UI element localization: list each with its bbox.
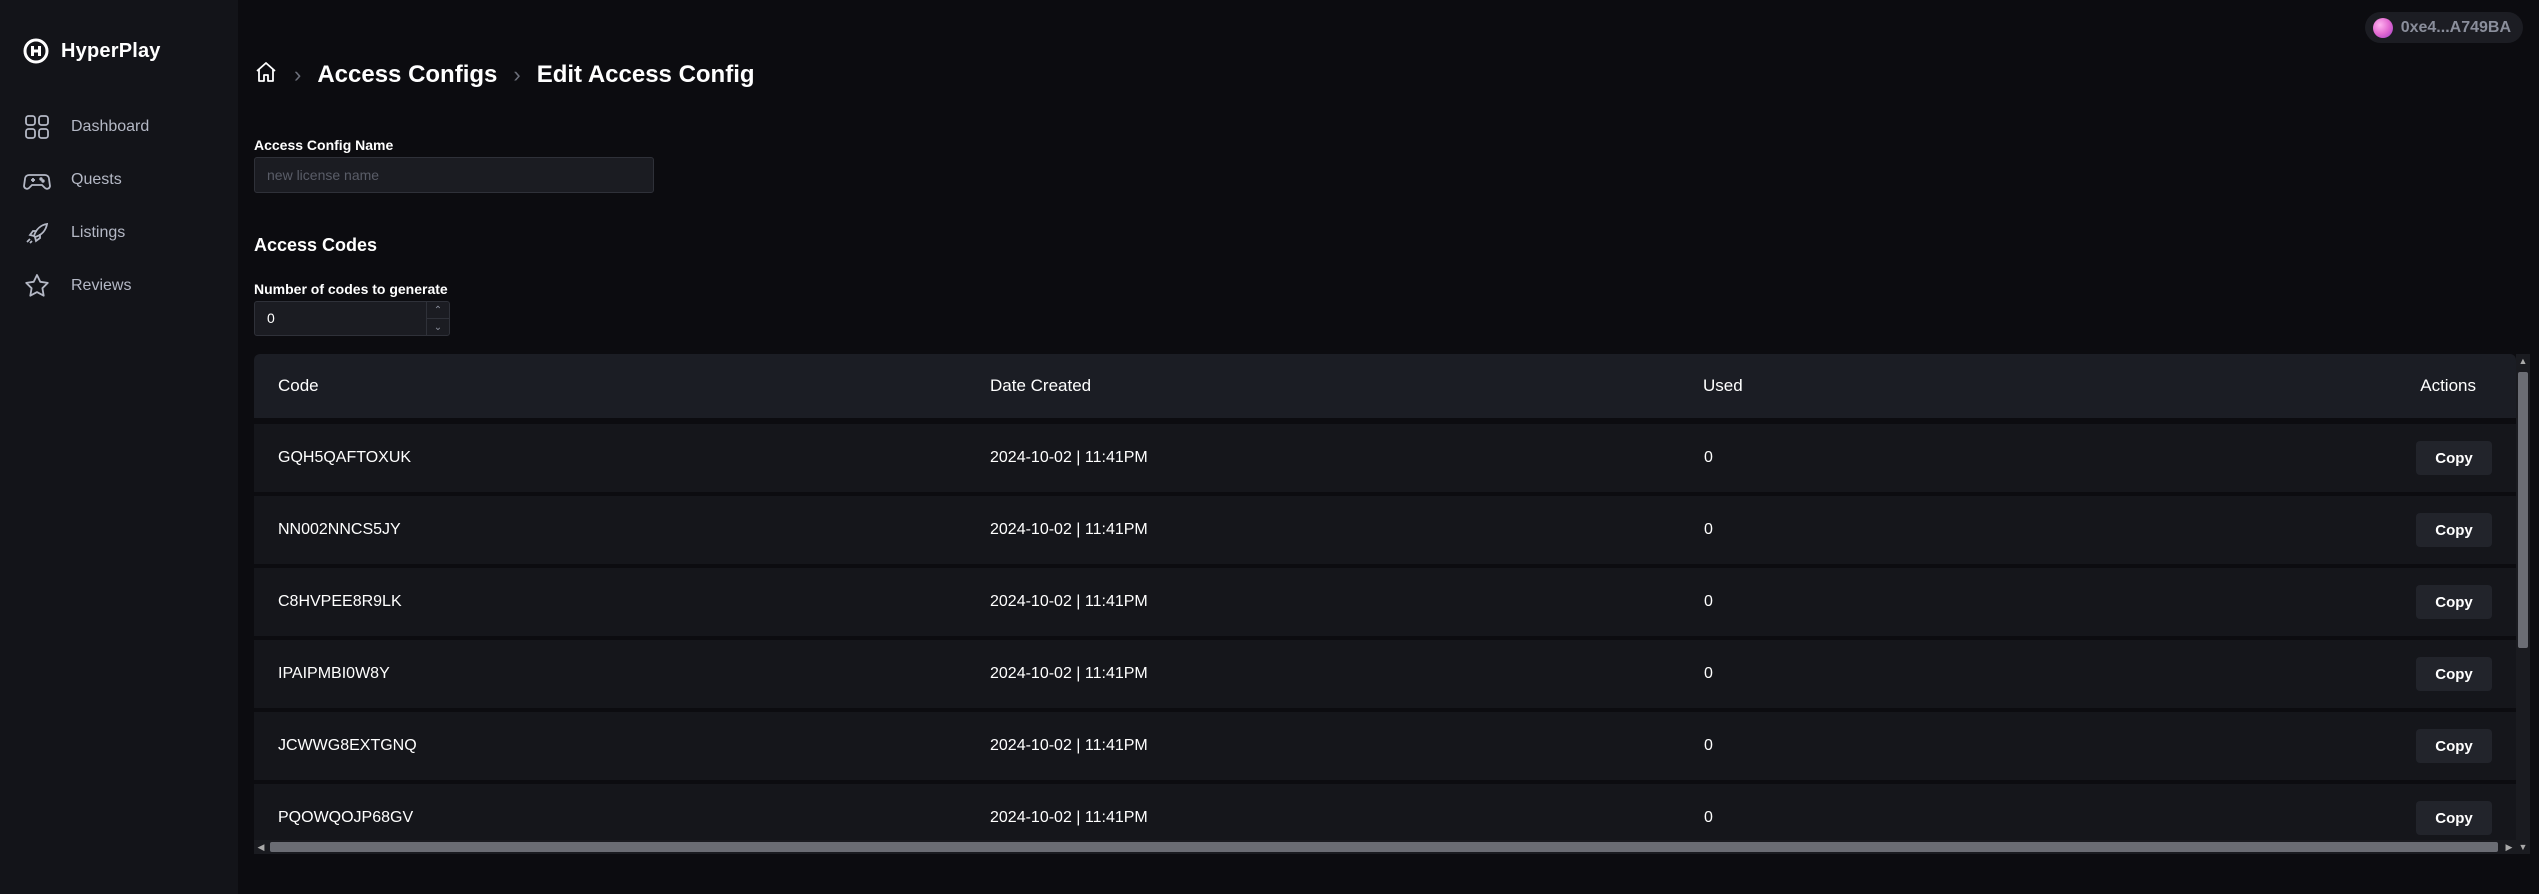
table-row: GQH5QAFTOXUK 2024-10-02 | 11:41PM 0 Copy	[254, 424, 2516, 492]
sidebar-nav: Dashboard Quests Listings Reviews	[0, 100, 238, 312]
sidebar-item-label: Listings	[71, 223, 126, 241]
hyperplay-logo-icon	[23, 38, 49, 64]
scroll-up-icon[interactable]: ▲	[2516, 354, 2530, 368]
chevron-right-icon: ›	[294, 61, 302, 87]
date-cell: 2024-10-02 | 11:41PM	[990, 737, 1148, 754]
scroll-left-icon[interactable]: ◀	[254, 840, 268, 854]
wallet-address: 0xe4...A749BA	[2400, 18, 2511, 36]
sidebar-item-reviews[interactable]: Reviews	[0, 259, 238, 312]
sidebar-item-quests[interactable]: Quests	[0, 153, 238, 206]
used-cell: 0	[1704, 593, 1713, 610]
horizontal-scroll-thumb[interactable]	[270, 842, 2498, 852]
copy-button[interactable]: Copy	[2416, 441, 2492, 475]
vertical-scroll-thumb[interactable]	[2518, 372, 2528, 648]
copy-button[interactable]: Copy	[2416, 729, 2492, 763]
code-cell: C8HVPEE8R9LK	[278, 593, 402, 610]
codes-count-label: Number of codes to generate	[254, 281, 448, 297]
brand[interactable]: HyperPlay	[23, 38, 161, 64]
breadcrumb-edit-access-config: Edit Access Config	[536, 60, 755, 88]
chevron-right-icon: ›	[513, 61, 521, 87]
chevron-down-icon[interactable]: ⌄	[427, 318, 449, 335]
dashboard-icon	[25, 114, 49, 139]
access-codes-table: Code Date Created Used Actions GQH5QAFTO…	[254, 354, 2516, 854]
column-header-code: Code	[278, 376, 319, 395]
code-cell: IPAIPMBI0W8Y	[278, 665, 390, 682]
breadcrumb-home[interactable]	[254, 60, 278, 89]
sidebar-item-label: Reviews	[71, 276, 132, 294]
access-codes-title: Access Codes	[254, 235, 378, 255]
copy-button[interactable]: Copy	[2416, 801, 2492, 835]
copy-button[interactable]: Copy	[2416, 585, 2492, 619]
access-config-name-input[interactable]	[254, 157, 654, 193]
code-cell: JCWWG8EXTGNQ	[278, 737, 417, 754]
table-row: JCWWG8EXTGNQ 2024-10-02 | 11:41PM 0 Copy	[254, 712, 2516, 780]
wallet-avatar	[2372, 17, 2393, 38]
date-cell: 2024-10-02 | 11:41PM	[990, 449, 1148, 466]
horizontal-scrollbar[interactable]: ◀ ▶	[254, 840, 2516, 854]
gamepad-icon	[23, 173, 51, 190]
copy-button[interactable]: Copy	[2416, 657, 2492, 691]
used-cell: 0	[1704, 449, 1713, 466]
home-icon	[256, 62, 276, 82]
breadcrumb: › Access Configs › Edit Access Config	[254, 60, 755, 89]
brand-name: HyperPlay	[61, 39, 161, 62]
date-cell: 2024-10-02 | 11:41PM	[990, 521, 1148, 538]
column-header-used: Used	[1703, 376, 1743, 395]
sidebar-item-listings[interactable]: Listings	[0, 206, 238, 259]
wallet-button[interactable]: 0xe4...A749BA	[2364, 12, 2523, 43]
table-row: C8HVPEE8R9LK 2024-10-02 | 11:41PM 0 Copy	[254, 568, 2516, 636]
sidebar: HyperPlay Dashboard Quests Listings Revi…	[0, 0, 238, 894]
star-icon	[25, 273, 49, 297]
rocket-icon	[26, 222, 49, 244]
stepper-buttons: ⌃ ⌄	[426, 302, 449, 335]
code-cell: NN002NNCS5JY	[278, 521, 401, 538]
table-row: IPAIPMBI0W8Y 2024-10-02 | 11:41PM 0 Copy	[254, 640, 2516, 708]
vertical-scrollbar[interactable]: ▲ ▼	[2516, 354, 2530, 854]
copy-button[interactable]: Copy	[2416, 513, 2492, 547]
codes-count-stepper[interactable]: 0 ⌃ ⌄	[254, 301, 450, 336]
date-cell: 2024-10-02 | 11:41PM	[990, 665, 1148, 682]
scroll-right-icon[interactable]: ▶	[2502, 840, 2516, 854]
column-header-actions: Actions	[2420, 376, 2476, 395]
sidebar-item-label: Quests	[71, 170, 122, 188]
code-cell: GQH5QAFTOXUK	[278, 449, 412, 466]
used-cell: 0	[1704, 737, 1713, 754]
used-cell: 0	[1704, 665, 1713, 682]
sidebar-item-dashboard[interactable]: Dashboard	[0, 100, 238, 153]
breadcrumb-access-configs[interactable]: Access Configs	[317, 61, 497, 89]
chevron-up-icon[interactable]: ⌃	[427, 302, 449, 318]
column-header-date-created: Date Created	[990, 376, 1092, 395]
table-header: Code Date Created Used Actions	[254, 354, 2516, 418]
table-row: NN002NNCS5JY 2024-10-02 | 11:41PM 0 Copy	[254, 496, 2516, 564]
scroll-down-icon[interactable]: ▼	[2516, 840, 2530, 854]
used-cell: 0	[1704, 521, 1713, 538]
codes-count-value[interactable]: 0	[255, 302, 426, 335]
date-cell: 2024-10-02 | 11:41PM	[990, 593, 1148, 610]
access-config-name-label: Access Config Name	[254, 137, 394, 153]
sidebar-item-label: Dashboard	[71, 117, 150, 135]
